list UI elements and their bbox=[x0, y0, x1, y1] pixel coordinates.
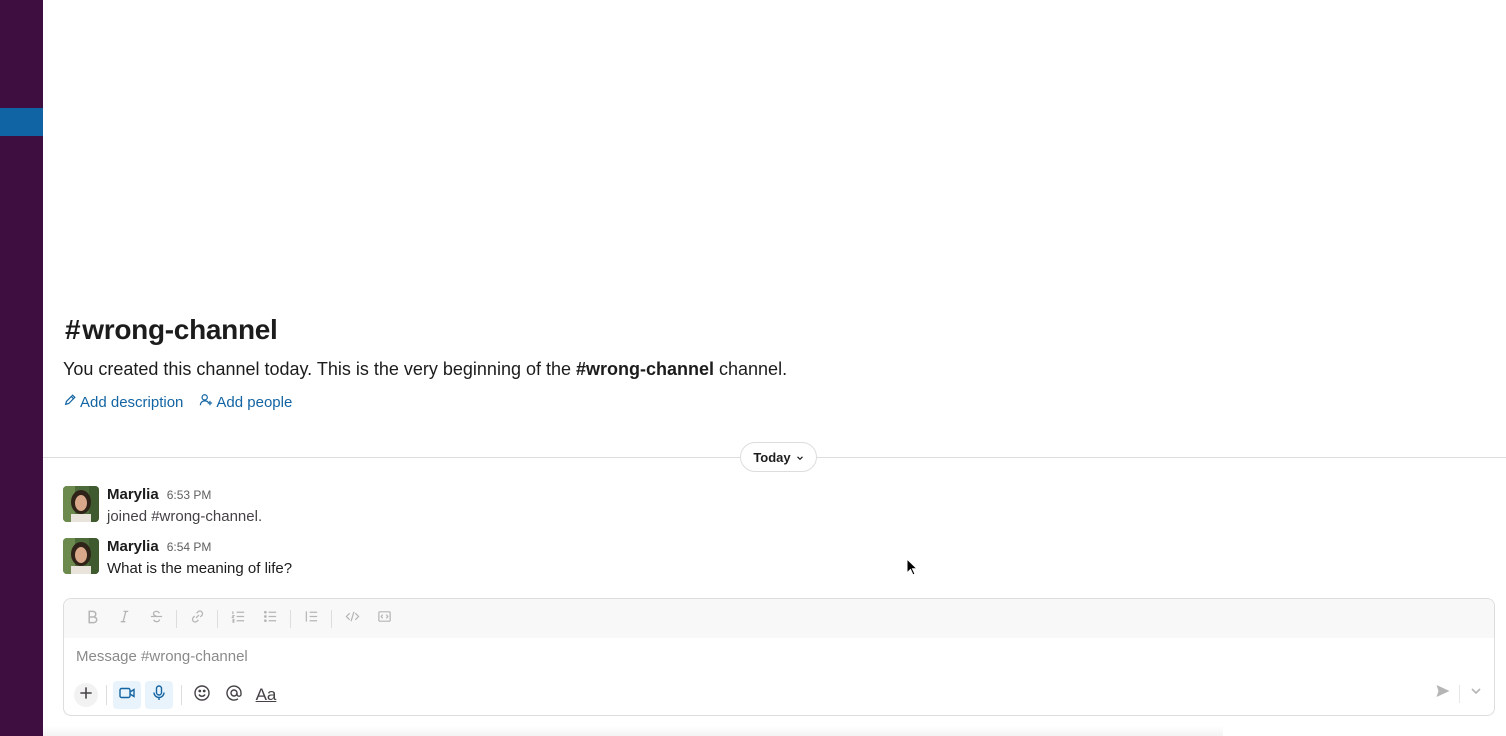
message-item[interactable]: Marylia 6:53 PM joined #wrong-channel. bbox=[63, 486, 262, 525]
link-icon bbox=[190, 609, 205, 629]
emoji-button[interactable] bbox=[188, 681, 216, 709]
channel-name: wrong-channel bbox=[82, 314, 278, 345]
sidebar-active-item[interactable] bbox=[0, 108, 43, 136]
send-icon bbox=[1435, 685, 1451, 703]
message-item[interactable]: Marylia 6:54 PM What is the meaning of l… bbox=[63, 538, 292, 577]
code-block-button[interactable] bbox=[368, 605, 400, 633]
intro-prefix: You created this channel today. This is … bbox=[63, 359, 576, 379]
blockquote-icon bbox=[304, 609, 319, 629]
add-description-button[interactable]: Add description bbox=[63, 393, 183, 411]
message-timestamp[interactable]: 6:54 PM bbox=[167, 540, 212, 554]
link-button[interactable] bbox=[181, 605, 213, 633]
formatting-toolbar bbox=[64, 599, 1494, 638]
message-text: joined #wrong-channel. bbox=[107, 508, 263, 525]
attach-button[interactable] bbox=[74, 683, 98, 707]
date-divider-button[interactable]: Today bbox=[740, 442, 817, 472]
message-author[interactable]: Marylia bbox=[107, 538, 159, 555]
schedule-send-button[interactable] bbox=[1468, 683, 1484, 704]
add-description-label: Add description bbox=[80, 393, 184, 411]
channel-hash: # bbox=[65, 314, 81, 345]
video-icon bbox=[118, 684, 136, 707]
toolbar-divider bbox=[181, 685, 182, 705]
blockquote-button[interactable] bbox=[295, 605, 327, 633]
formatting-toggle-button[interactable]: Aa bbox=[252, 681, 280, 709]
message-timestamp[interactable]: 6:53 PM bbox=[167, 488, 212, 502]
message-header: Marylia 6:53 PM bbox=[107, 486, 262, 504]
mouse-cursor-icon bbox=[906, 557, 919, 576]
date-divider-label: Today bbox=[753, 449, 791, 465]
avatar[interactable] bbox=[63, 538, 99, 574]
formatting-icon: Aa bbox=[255, 685, 277, 704]
message-author[interactable]: Marylia bbox=[107, 486, 159, 503]
bottom-shadow bbox=[43, 726, 1223, 736]
intro-suffix: channel. bbox=[714, 359, 788, 379]
bulleted-list-icon bbox=[263, 609, 278, 629]
send-divider bbox=[1459, 684, 1460, 703]
workspace-sidebar bbox=[0, 0, 43, 736]
pencil-icon bbox=[63, 393, 77, 411]
strikethrough-button[interactable] bbox=[140, 605, 172, 633]
message-text: What is the meaning of life? bbox=[107, 560, 293, 577]
avatar[interactable] bbox=[63, 486, 99, 522]
chevron-down-icon bbox=[1468, 686, 1484, 703]
channel-view: #wrong-channel You created this channel … bbox=[43, 0, 1506, 736]
composer-actions: Aa bbox=[72, 681, 284, 709]
plus-icon bbox=[77, 684, 95, 707]
italic-icon bbox=[117, 609, 132, 629]
bold-icon bbox=[85, 609, 100, 629]
video-clip-button[interactable] bbox=[113, 681, 141, 709]
chevron-down-icon bbox=[796, 450, 804, 465]
channel-title: #wrong-channel bbox=[65, 314, 278, 346]
message-header: Marylia 6:54 PM bbox=[107, 538, 292, 556]
message-body: Marylia 6:54 PM What is the meaning of l… bbox=[107, 538, 292, 577]
channel-intro-actions: Add description Add people bbox=[63, 393, 292, 411]
message-composer: Message #wrong-channel Aa bbox=[63, 598, 1495, 716]
send-controls bbox=[1435, 683, 1484, 704]
code-icon bbox=[345, 609, 360, 629]
add-people-label: Add people bbox=[216, 393, 293, 411]
code-block-icon bbox=[377, 609, 392, 629]
mention-icon bbox=[225, 684, 243, 707]
add-person-icon bbox=[199, 393, 213, 411]
send-button[interactable] bbox=[1435, 683, 1451, 704]
toolbar-divider bbox=[331, 609, 332, 628]
intro-channel-name[interactable]: #wrong-channel bbox=[576, 359, 714, 379]
toolbar-divider bbox=[217, 609, 218, 628]
microphone-icon bbox=[150, 684, 168, 707]
message-body: Marylia 6:53 PM joined #wrong-channel. bbox=[107, 486, 262, 525]
message-input[interactable]: Message #wrong-channel bbox=[76, 648, 248, 665]
strikethrough-icon bbox=[149, 609, 164, 629]
emoji-icon bbox=[193, 684, 211, 707]
mention-button[interactable] bbox=[220, 681, 248, 709]
add-people-button[interactable]: Add people bbox=[199, 393, 292, 411]
bold-button[interactable] bbox=[76, 605, 108, 633]
toolbar-divider bbox=[106, 685, 107, 705]
audio-clip-button[interactable] bbox=[145, 681, 173, 709]
code-button[interactable] bbox=[336, 605, 368, 633]
channel-intro-text: You created this channel today. This is … bbox=[63, 359, 787, 380]
toolbar-divider bbox=[176, 609, 177, 628]
bulleted-list-button[interactable] bbox=[254, 605, 286, 633]
ordered-list-icon bbox=[230, 609, 246, 629]
ordered-list-button[interactable] bbox=[222, 605, 254, 633]
toolbar-divider bbox=[290, 609, 291, 628]
italic-button[interactable] bbox=[108, 605, 140, 633]
